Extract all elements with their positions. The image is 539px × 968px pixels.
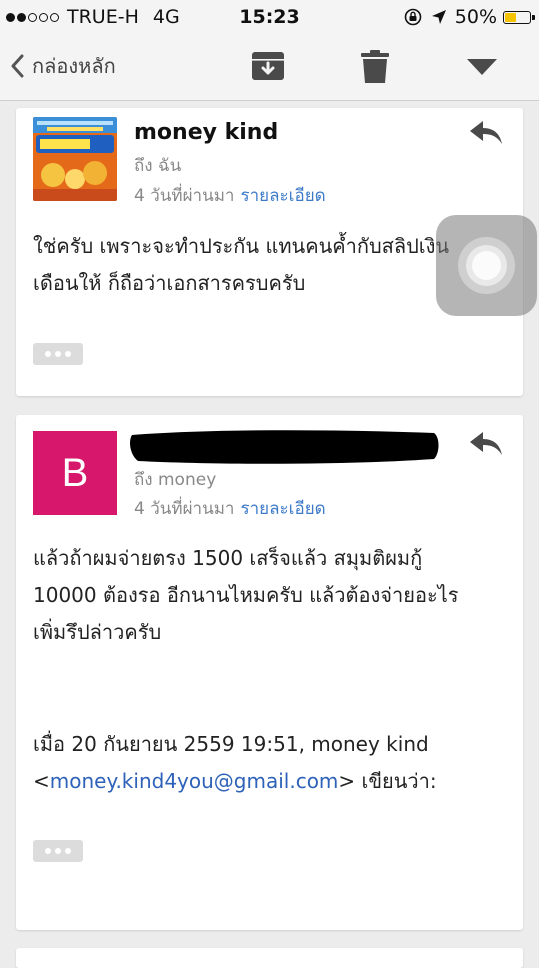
dot-icon [55,351,61,357]
message-time: 4 วันที่ผ่านมา [134,186,235,206]
trash-icon[interactable] [360,50,390,84]
message-meta: 4 วันที่ผ่านมา รายละเอียด [134,182,326,209]
redacted-sender-name [130,430,439,464]
email-link[interactable]: money.kind4you@gmail.com [50,769,339,793]
recipient: ถึง money [134,470,217,490]
message-meta: 4 วันที่ผ่านมา รายละเอียด [134,495,326,522]
details-link[interactable]: รายละเอียด [240,499,325,519]
message-card-partial [16,948,523,968]
status-bar: TRUE-H 4G 15:23 50% [0,0,539,36]
quote-header: เมื่อ 20 กันยายน 2559 19:51, money kind [33,732,429,756]
battery-icon [503,10,535,24]
orientation-lock-icon [404,8,422,26]
message-time: 4 วันที่ผ่านมา [134,499,235,519]
quote-suffix: > เขียนว่า: [338,769,437,793]
message-body: แล้วถ้าผมจ่ายตรง 1500 เสร็จแล้ว สมุมติผม… [33,540,513,651]
dot-icon [45,351,51,357]
body-line: เพิ่มรึปล่าวครับ [33,620,162,644]
body-line: แล้วถ้าผมจ่ายตรง 1500 เสร็จแล้ว สมุมติผม… [33,546,423,570]
location-arrow-icon [431,10,446,24]
show-more-button[interactable] [33,840,83,862]
show-more-button[interactable] [33,343,83,365]
dot-icon [45,848,51,854]
status-right: 50% [403,6,535,28]
recipient: ถึง ฉัน [134,156,182,176]
battery-percent: 50% [454,6,497,28]
quote-email-line: <money.kind4you@gmail.com> เขียนว่า: [33,763,513,800]
dot-icon [65,351,71,357]
chevron-down-icon[interactable] [466,58,498,76]
sender-avatar: B [33,431,117,515]
reply-icon[interactable] [469,431,503,457]
dot-icon [55,848,61,854]
back-button[interactable]: กล่องหลัก [10,50,116,82]
message-card: B ถึง money 4 วันที่ผ่านมา รายละเอียด แล้… [16,415,523,930]
promo-logo-image [33,117,117,201]
back-label: กล่องหลัก [32,54,116,78]
sender-avatar [33,117,117,201]
dot-icon [65,848,71,854]
battery-level [505,12,517,22]
archive-icon[interactable] [250,50,286,82]
sender-name: money kind [134,120,279,145]
toolbar: กล่องหลัก [0,36,539,101]
quote-open: < [33,769,50,793]
body-line: 10000 ต้องรอ อีกนานไหมครับ แล้วต้องจ่ายอ… [33,583,459,607]
assistive-touch-button[interactable] [436,215,537,316]
reply-icon[interactable] [469,120,503,146]
details-link[interactable]: รายละเอียด [240,186,325,206]
chevron-left-icon [11,54,24,78]
